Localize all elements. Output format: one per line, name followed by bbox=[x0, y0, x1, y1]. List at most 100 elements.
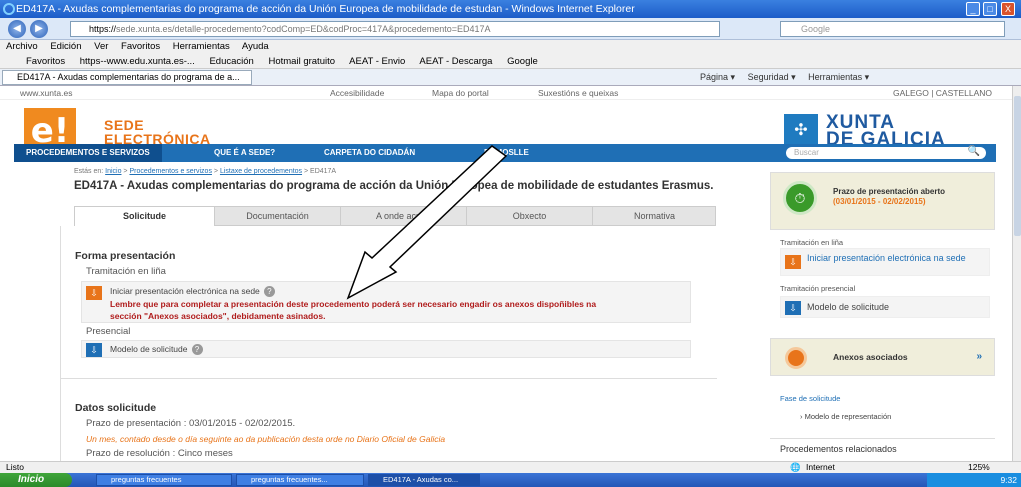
zoom-level[interactable]: 125% bbox=[968, 462, 990, 473]
back-button[interactable]: ◀ bbox=[8, 20, 26, 38]
prazo-box: ⏱ Prazo de presentación aberto (03/01/20… bbox=[770, 172, 995, 230]
status-bar: Listo 🌐 Internet 125% bbox=[0, 461, 1021, 473]
chevron-right-icon[interactable]: » bbox=[976, 351, 982, 362]
fav-edu-xunta[interactable]: https--www.edu.xunta.es-... bbox=[80, 56, 195, 67]
annexos-title: Anexos asociados bbox=[833, 352, 908, 362]
main-nav: PROCEDEMENTOS E SERVIZOS QUE É A SEDE? C… bbox=[14, 144, 996, 162]
fav-aeat-descarga[interactable]: AEAT - Descarga bbox=[419, 56, 492, 67]
taskbar-button-word[interactable]: preguntas frecuentes... bbox=[236, 474, 364, 486]
presencial-box: ⇩ Modelo de solicitude? bbox=[81, 340, 691, 358]
tab-solicitude[interactable]: Solicitude bbox=[75, 207, 215, 226]
sidebar-presencial-item[interactable]: ⇩ Modelo de solicitude bbox=[780, 296, 990, 318]
favorites-bar: Favoritos https--www.edu.xunta.es-... Ed… bbox=[0, 54, 1021, 69]
taskbar-button-ie[interactable]: ED417A - Axudas co... bbox=[368, 474, 480, 486]
xunta-emblem-icon: ✣ bbox=[784, 114, 818, 148]
help-icon[interactable]: ? bbox=[191, 344, 203, 355]
fav-aeat-envio[interactable]: AEAT - Envio bbox=[349, 56, 405, 67]
bullet-icon: › bbox=[800, 412, 803, 421]
cmd-pagina[interactable]: Página ▾ bbox=[700, 72, 735, 82]
iniciar-presentacion-link[interactable]: Iniciar presentación electrónica na sede bbox=[110, 286, 260, 296]
breadcrumb-procedementos[interactable]: Procedementos e servizos bbox=[129, 168, 211, 175]
globe-icon: 🌐 bbox=[790, 462, 801, 472]
zone-text: Internet bbox=[806, 462, 835, 472]
datos-solicitude-heading: Datos solicitude bbox=[75, 402, 157, 414]
language-switch[interactable]: GALEGO | CASTELLANO bbox=[893, 86, 992, 100]
ie-logo-icon bbox=[3, 3, 15, 15]
link-suxestions[interactable]: Suxestións e queixas bbox=[538, 86, 618, 100]
menu-edicion[interactable]: Edición bbox=[50, 41, 81, 52]
sidebar-modelo-link[interactable]: Modelo de solicitude bbox=[807, 302, 889, 312]
menu-favoritos[interactable]: Favoritos bbox=[121, 41, 160, 52]
prazo-dates: (03/01/2015 - 02/02/2015) bbox=[833, 197, 926, 206]
nav-que-e-a-sede[interactable]: QUE É A SEDE? bbox=[214, 144, 275, 162]
clock: 9:32 bbox=[1000, 475, 1017, 485]
browser-tab-bar: ED417A - Axudas complementarias do progr… bbox=[0, 69, 1021, 86]
nav-carpeta[interactable]: CARPETA DO CIDADÁN bbox=[324, 144, 415, 162]
link-xunta-site[interactable]: www.xunta.es bbox=[20, 86, 72, 100]
menu-bar: Archivo Edición Ver Favoritos Herramient… bbox=[0, 40, 1021, 54]
start-button[interactable]: Inicio bbox=[0, 473, 72, 487]
tab-content: Forma presentación Tramitación en liña ⇩… bbox=[60, 226, 717, 461]
site-search-input[interactable]: Buscar 🔍 bbox=[786, 146, 986, 159]
cmd-seguridad[interactable]: Seguridad ▾ bbox=[748, 72, 796, 82]
fav-hotmail[interactable]: Hotmail gratuito bbox=[268, 56, 335, 67]
fav-educacion[interactable]: Educación bbox=[209, 56, 253, 67]
url-input[interactable]: https://sede.xunta.es/detalle-procedemen… bbox=[70, 21, 720, 37]
tab-normativa[interactable]: Normativa bbox=[593, 207, 716, 226]
fav-google[interactable]: Google bbox=[507, 56, 538, 67]
cmd-herramientas[interactable]: Herramientas ▾ bbox=[808, 72, 869, 82]
xunta-logo[interactable]: XUNTA DE GALICIA bbox=[826, 113, 946, 149]
menu-archivo[interactable]: Archivo bbox=[6, 41, 38, 52]
menu-herramientas[interactable]: Herramientas bbox=[173, 41, 230, 52]
search-icon[interactable]: 🔍 bbox=[968, 146, 980, 158]
page-title: ED417A - Axudas complementarias do progr… bbox=[74, 180, 714, 192]
browser-search-input[interactable]: Google bbox=[780, 21, 1005, 37]
taskbar-button-folder[interactable]: preguntas frecuentes bbox=[96, 474, 232, 486]
modelo-solicitude-link[interactable]: Modelo de solicitude bbox=[110, 344, 188, 354]
nav-damoslle[interactable]: DÁMOSLLE bbox=[484, 144, 529, 162]
prazo-note: Un mes, contado desde o día seguinte ao … bbox=[86, 434, 446, 444]
link-accesibilidade[interactable]: Accesibilidade bbox=[330, 86, 384, 100]
related-heading: Procedementos relacionados bbox=[780, 444, 897, 454]
annexos-box[interactable]: Anexos asociados » bbox=[770, 338, 995, 376]
presencial-label: Presencial bbox=[86, 326, 131, 337]
window-title-bar: ED417A - Axudas complementarias do progr… bbox=[0, 0, 1021, 18]
download-form-icon: ⇩ bbox=[785, 301, 801, 315]
warning-message: Lembre que para completar a presentación… bbox=[110, 299, 597, 321]
menu-ayuda[interactable]: Ayuda bbox=[242, 41, 269, 52]
browser-tab[interactable]: ED417A - Axudas complementarias do progr… bbox=[2, 70, 252, 85]
web-page: www.xunta.es Accesibilidade Mapa do port… bbox=[0, 86, 1012, 461]
tab-documentacion[interactable]: Documentación bbox=[215, 207, 341, 226]
divider bbox=[61, 378, 717, 379]
address-bar: ◀ ▶ https://sede.xunta.es/detalle-proced… bbox=[0, 18, 1021, 40]
forward-button[interactable]: ▶ bbox=[30, 20, 48, 38]
breadcrumb: Estás en: Inicio > Procedementos e servi… bbox=[74, 168, 337, 175]
help-icon[interactable]: ? bbox=[263, 286, 275, 297]
nav-procedementos[interactable]: PROCEDEMENTOS E SERVIZOS bbox=[14, 144, 162, 162]
top-links: www.xunta.es Accesibilidade Mapa do port… bbox=[0, 86, 1012, 100]
sidebar-online-label: Tramitación en liña bbox=[780, 238, 844, 247]
favorites-button[interactable]: Favoritos bbox=[26, 56, 65, 67]
fase-label: Fase de solicitude bbox=[780, 394, 841, 403]
scrollbar-thumb[interactable] bbox=[1014, 96, 1021, 236]
tramitacion-label: Tramitación en liña bbox=[86, 266, 166, 277]
menu-ver[interactable]: Ver bbox=[94, 41, 108, 52]
sidebar: ⏱ Prazo de presentación aberto (03/01/20… bbox=[770, 172, 995, 461]
sede-title: SEDE ELECTRÓNICA bbox=[104, 117, 211, 147]
representacion-link[interactable]: › Modelo de representación bbox=[800, 412, 891, 421]
sidebar-online-item[interactable]: ⇩ Iniciar presentación electrónica na se… bbox=[780, 248, 990, 276]
electronic-submit-icon: ⇩ bbox=[86, 286, 102, 300]
window-title: ED417A - Axudas complementarias do progr… bbox=[16, 3, 635, 15]
breadcrumb-listaxe[interactable]: Listaxe de procedementos bbox=[220, 168, 302, 175]
tab-a-onde-acudir[interactable]: A onde acudir bbox=[341, 207, 467, 226]
sidebar-presencial-label: Tramitación presencial bbox=[780, 284, 856, 293]
maximize-button[interactable]: □ bbox=[983, 2, 997, 16]
close-button[interactable]: X bbox=[1001, 2, 1015, 16]
tab-obxecto[interactable]: Obxecto bbox=[467, 207, 593, 226]
download-form-icon: ⇩ bbox=[86, 343, 102, 357]
link-mapa[interactable]: Mapa do portal bbox=[432, 86, 489, 100]
breadcrumb-inicio[interactable]: Inicio bbox=[105, 168, 121, 175]
sidebar-iniciar-link[interactable]: Iniciar presentación electrónica na sede bbox=[807, 253, 987, 263]
minimize-button[interactable]: _ bbox=[966, 2, 980, 16]
vertical-scrollbar[interactable] bbox=[1012, 86, 1021, 461]
